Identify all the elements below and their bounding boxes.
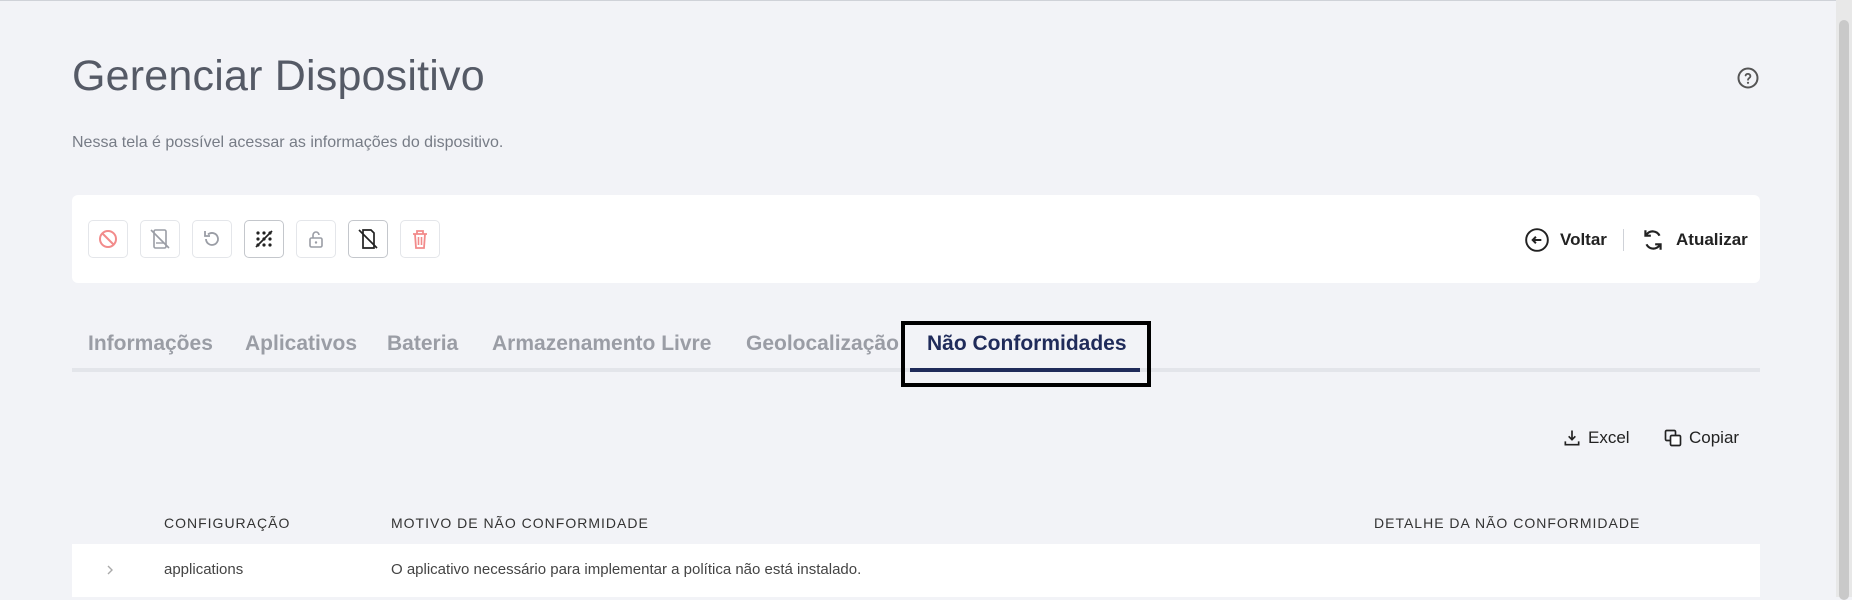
download-icon bbox=[1564, 430, 1580, 446]
unlock-button[interactable] bbox=[296, 220, 336, 258]
copy-icon bbox=[1664, 429, 1682, 447]
table-row[interactable]: applications O aplicativo necessário par… bbox=[72, 544, 1760, 597]
cell-motivo: O aplicativo necessário para implementar… bbox=[391, 561, 862, 578]
excel-label: Excel bbox=[1588, 428, 1630, 447]
tab-bateria[interactable]: Bateria bbox=[387, 332, 458, 356]
help-icon[interactable] bbox=[1736, 66, 1760, 90]
scrollbar-thumb[interactable] bbox=[1839, 20, 1849, 600]
cell-configuracao: applications bbox=[164, 561, 244, 578]
column-header-detalhe: Detalhe da não conformidade bbox=[1374, 515, 1641, 531]
phone-off-icon bbox=[150, 229, 170, 249]
restore-icon bbox=[204, 231, 219, 246]
column-header-motivo: Motivo de não conformidade bbox=[391, 515, 649, 531]
block-icon bbox=[99, 230, 117, 248]
disable-phone-button[interactable] bbox=[140, 220, 180, 258]
refresh-button[interactable]: Atualizar bbox=[1640, 227, 1748, 253]
tab-geolocalizacao[interactable]: Geolocalização bbox=[746, 332, 899, 356]
chevron-right-icon[interactable] bbox=[102, 562, 118, 578]
restart-button[interactable] bbox=[192, 220, 232, 258]
block-device-button[interactable] bbox=[88, 220, 128, 258]
device-tabs: Informações Aplicativos Bateria Armazena… bbox=[72, 322, 1760, 372]
disable-sim-button[interactable] bbox=[348, 220, 388, 258]
sim-off-icon bbox=[358, 229, 378, 249]
active-tab-indicator bbox=[910, 368, 1140, 372]
top-border bbox=[0, 0, 1836, 1]
page-title: Gerenciar Dispositivo bbox=[72, 52, 485, 100]
arrow-left-circle-icon bbox=[1525, 228, 1549, 252]
back-label: Voltar bbox=[1560, 230, 1607, 249]
back-button[interactable]: Voltar bbox=[1524, 227, 1607, 253]
toolbar-divider bbox=[1623, 229, 1624, 251]
trash-icon bbox=[413, 230, 427, 249]
unlock-icon bbox=[309, 231, 323, 248]
page-subtitle: Nessa tela é possível acessar as informa… bbox=[72, 134, 504, 151]
refresh-icon bbox=[1644, 230, 1662, 250]
vertical-scrollbar[interactable] bbox=[1836, 0, 1852, 600]
export-excel-button[interactable]: Excel bbox=[1562, 428, 1630, 448]
delete-device-button[interactable] bbox=[400, 220, 440, 258]
keypad-icon bbox=[255, 230, 273, 248]
tab-informacoes[interactable]: Informações bbox=[88, 332, 213, 356]
column-header-configuracao: Configuração bbox=[164, 515, 291, 531]
tab-armazenamento-livre[interactable]: Armazenamento Livre bbox=[492, 332, 711, 356]
copy-label: Copiar bbox=[1689, 428, 1740, 447]
tab-aplicativos[interactable]: Aplicativos bbox=[245, 332, 357, 356]
tab-nao-conformidades[interactable]: Não Conformidades bbox=[927, 332, 1127, 356]
copy-button[interactable]: Copiar bbox=[1663, 428, 1739, 448]
refresh-label: Atualizar bbox=[1676, 230, 1748, 249]
device-action-toolbar: Voltar Atualizar bbox=[72, 195, 1760, 283]
keypad-button[interactable] bbox=[244, 220, 284, 258]
